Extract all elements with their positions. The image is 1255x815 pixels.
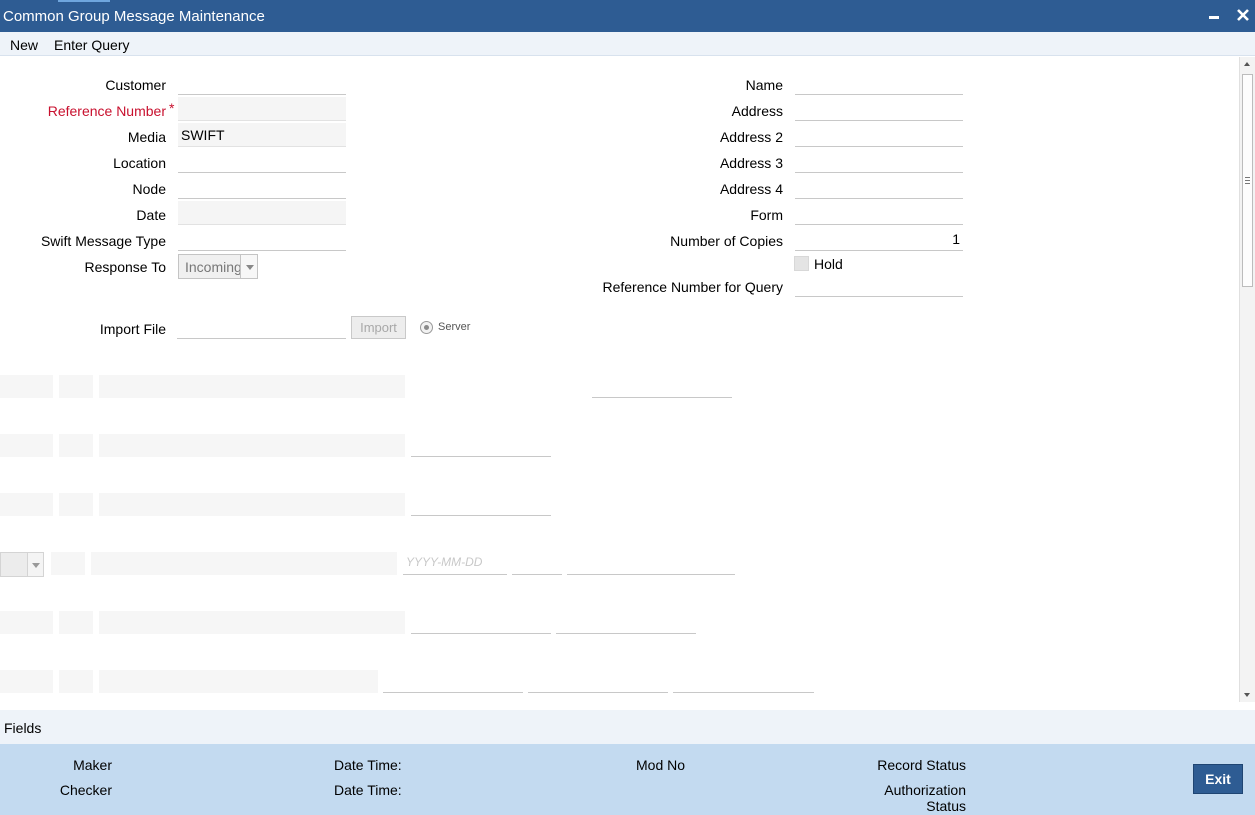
- reference-number-input[interactable]: [178, 97, 346, 121]
- hold-checkbox[interactable]: [794, 256, 809, 271]
- placeholder-cell: [59, 434, 93, 457]
- placeholder-underline: [567, 574, 735, 575]
- import-button[interactable]: Import: [351, 316, 406, 339]
- audit-footer: Maker Checker Date Time: Date Time: Mod …: [0, 744, 1255, 815]
- import-file-input[interactable]: [177, 315, 346, 339]
- server-radio-label: Server: [438, 321, 471, 333]
- placeholder-cell: [0, 434, 53, 457]
- window-title: Common Group Message Maintenance: [3, 8, 265, 25]
- placeholder-cell: [59, 611, 93, 634]
- date-input[interactable]: [178, 201, 346, 225]
- grip-icon: [1245, 177, 1250, 184]
- placeholder-underline: [556, 633, 696, 634]
- mod-no-label: Mod No: [636, 757, 686, 773]
- placeholder-underline: [528, 692, 668, 693]
- placeholder-cell: [51, 552, 85, 575]
- placeholder-cell: [91, 552, 397, 575]
- response-to-label: Response To: [84, 259, 166, 275]
- address-4-input[interactable]: [795, 175, 963, 199]
- location-input[interactable]: [178, 149, 346, 173]
- server-radio[interactable]: [420, 321, 433, 334]
- placeholder-cell: [0, 375, 53, 398]
- placeholder-cell: [99, 670, 378, 693]
- checker-date-time-label: Date Time:: [334, 782, 402, 798]
- window-titlebar: Common Group Message Maintenance: [0, 0, 1255, 32]
- form-input[interactable]: [795, 201, 963, 225]
- scroll-up-icon[interactable]: [1244, 62, 1250, 66]
- placeholder-cell: [59, 670, 93, 693]
- placeholder-underline: [411, 515, 551, 516]
- fields-bar: Fields: [0, 710, 1255, 744]
- required-marker: *: [169, 100, 175, 116]
- maker-date-time-label: Date Time:: [334, 757, 402, 773]
- media-input[interactable]: [178, 123, 346, 147]
- placeholder-cell: [0, 493, 53, 516]
- placeholder-cell: [59, 375, 93, 398]
- placeholder-underline: [383, 692, 523, 693]
- address-2-label: Address 2: [719, 129, 783, 145]
- address-input[interactable]: [795, 97, 963, 121]
- number-of-copies-input[interactable]: [795, 227, 963, 251]
- placeholder-underline: [592, 397, 732, 398]
- location-label: Location: [113, 155, 166, 171]
- chevron-down-icon: [27, 553, 43, 576]
- close-icon[interactable]: [1232, 4, 1254, 26]
- reference-number-label: Reference Number: [47, 103, 166, 119]
- form-label: Form: [750, 207, 783, 223]
- placeholder-cell: [99, 434, 405, 457]
- address-label: Address: [731, 103, 783, 119]
- address-3-input[interactable]: [795, 149, 963, 173]
- customer-input[interactable]: [178, 71, 346, 95]
- address-2-input[interactable]: [795, 123, 963, 147]
- record-status-label: Record Status: [877, 757, 966, 773]
- checker-label: Checker: [59, 782, 112, 798]
- enter-query-menu-item[interactable]: Enter Query: [54, 37, 129, 53]
- hold-label: Hold: [814, 256, 843, 272]
- placeholder-select: [0, 552, 44, 577]
- placeholder-underline: [411, 633, 551, 634]
- placeholder-underline: [673, 692, 814, 693]
- new-menu-item[interactable]: New: [10, 37, 38, 53]
- titlebar-accent: [58, 0, 110, 2]
- reference-number-for-query-input[interactable]: [795, 273, 963, 297]
- placeholder-cell: [99, 611, 405, 634]
- date-placeholder: YYYY-MM-DD: [406, 555, 483, 569]
- placeholder-underline: [512, 574, 562, 575]
- menu-bar: New Enter Query: [0, 32, 1255, 56]
- maker-label: Maker: [73, 757, 112, 773]
- swift-message-type-input[interactable]: [178, 227, 346, 251]
- address-3-label: Address 3: [719, 155, 783, 171]
- authorization-status-label-line2: Status: [926, 798, 966, 814]
- date-label: Date: [136, 207, 166, 223]
- placeholder-cell: [0, 670, 53, 693]
- vertical-scrollbar[interactable]: [1239, 57, 1255, 702]
- chevron-down-icon: [240, 255, 257, 278]
- reference-number-for-query-label: Reference Number for Query: [602, 279, 783, 295]
- placeholder-cell: [0, 611, 53, 634]
- swift-message-type-label: Swift Message Type: [40, 233, 166, 249]
- name-input[interactable]: [795, 71, 963, 95]
- address-4-label: Address 4: [719, 181, 783, 197]
- response-to-value: Incoming: [185, 259, 242, 275]
- form-content: Customer Reference Number * Media Locati…: [0, 57, 1239, 702]
- placeholder-cell: [99, 493, 405, 516]
- exit-button[interactable]: Exit: [1193, 764, 1243, 794]
- name-label: Name: [745, 77, 783, 93]
- authorization-status-label: Authorization: [884, 782, 966, 798]
- placeholder-cell: [59, 493, 93, 516]
- response-to-select[interactable]: Incoming: [178, 254, 258, 279]
- scrollbar-thumb[interactable]: [1242, 74, 1253, 287]
- scroll-down-icon[interactable]: [1244, 693, 1250, 697]
- fields-link[interactable]: Fields: [4, 720, 41, 736]
- placeholder-underline: [403, 574, 507, 575]
- placeholder-underline: [411, 456, 551, 457]
- minimize-icon[interactable]: [1203, 4, 1225, 26]
- media-label: Media: [127, 129, 166, 145]
- placeholder-cell: [99, 375, 405, 398]
- node-label: Node: [132, 181, 166, 197]
- number-of-copies-label: Number of Copies: [670, 233, 783, 249]
- import-file-label: Import File: [99, 321, 166, 337]
- node-input[interactable]: [178, 175, 346, 199]
- customer-label: Customer: [105, 77, 166, 93]
